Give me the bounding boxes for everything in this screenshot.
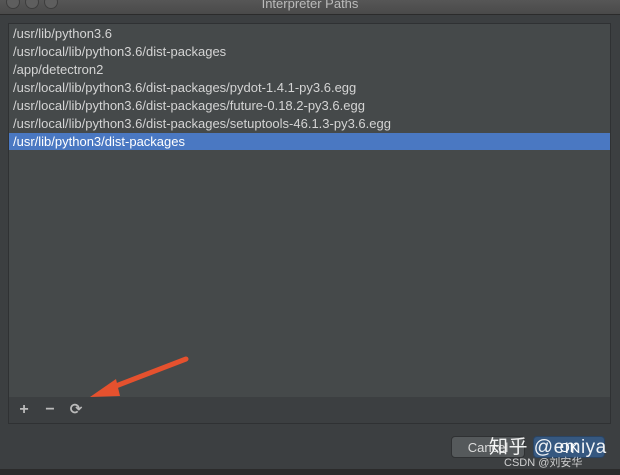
bottom-strip (0, 469, 620, 475)
title-bar: Interpreter Paths (0, 0, 620, 15)
path-item[interactable]: /app/detectron2 (9, 61, 610, 78)
path-item[interactable]: /usr/local/lib/python3.6/dist-packages/s… (9, 115, 610, 132)
path-item[interactable]: /usr/local/lib/python3.6/dist-packages/f… (9, 97, 610, 114)
paths-list[interactable]: /usr/lib/python3.6 /usr/local/lib/python… (8, 23, 611, 398)
interpreter-paths-dialog: Interpreter Paths /usr/lib/python3.6 /us… (0, 0, 620, 475)
path-item-selected[interactable]: /usr/lib/python3/dist-packages (9, 133, 610, 150)
watermark-secondary-text: CSDN @刘安华 (504, 457, 583, 469)
minus-icon[interactable]: − (40, 400, 60, 420)
list-toolbar: + − ⟳ (8, 397, 611, 424)
plus-icon[interactable]: + (14, 400, 34, 420)
path-item[interactable]: /usr/lib/python3.6 (9, 25, 610, 42)
path-item[interactable]: /usr/local/lib/python3.6/dist-packages (9, 43, 610, 60)
annotation-arrow-icon (90, 356, 189, 397)
window-title: Interpreter Paths (261, 0, 359, 11)
reload-icon[interactable]: ⟳ (66, 400, 86, 420)
path-item[interactable]: /usr/local/lib/python3.6/dist-packages/p… (9, 79, 610, 96)
